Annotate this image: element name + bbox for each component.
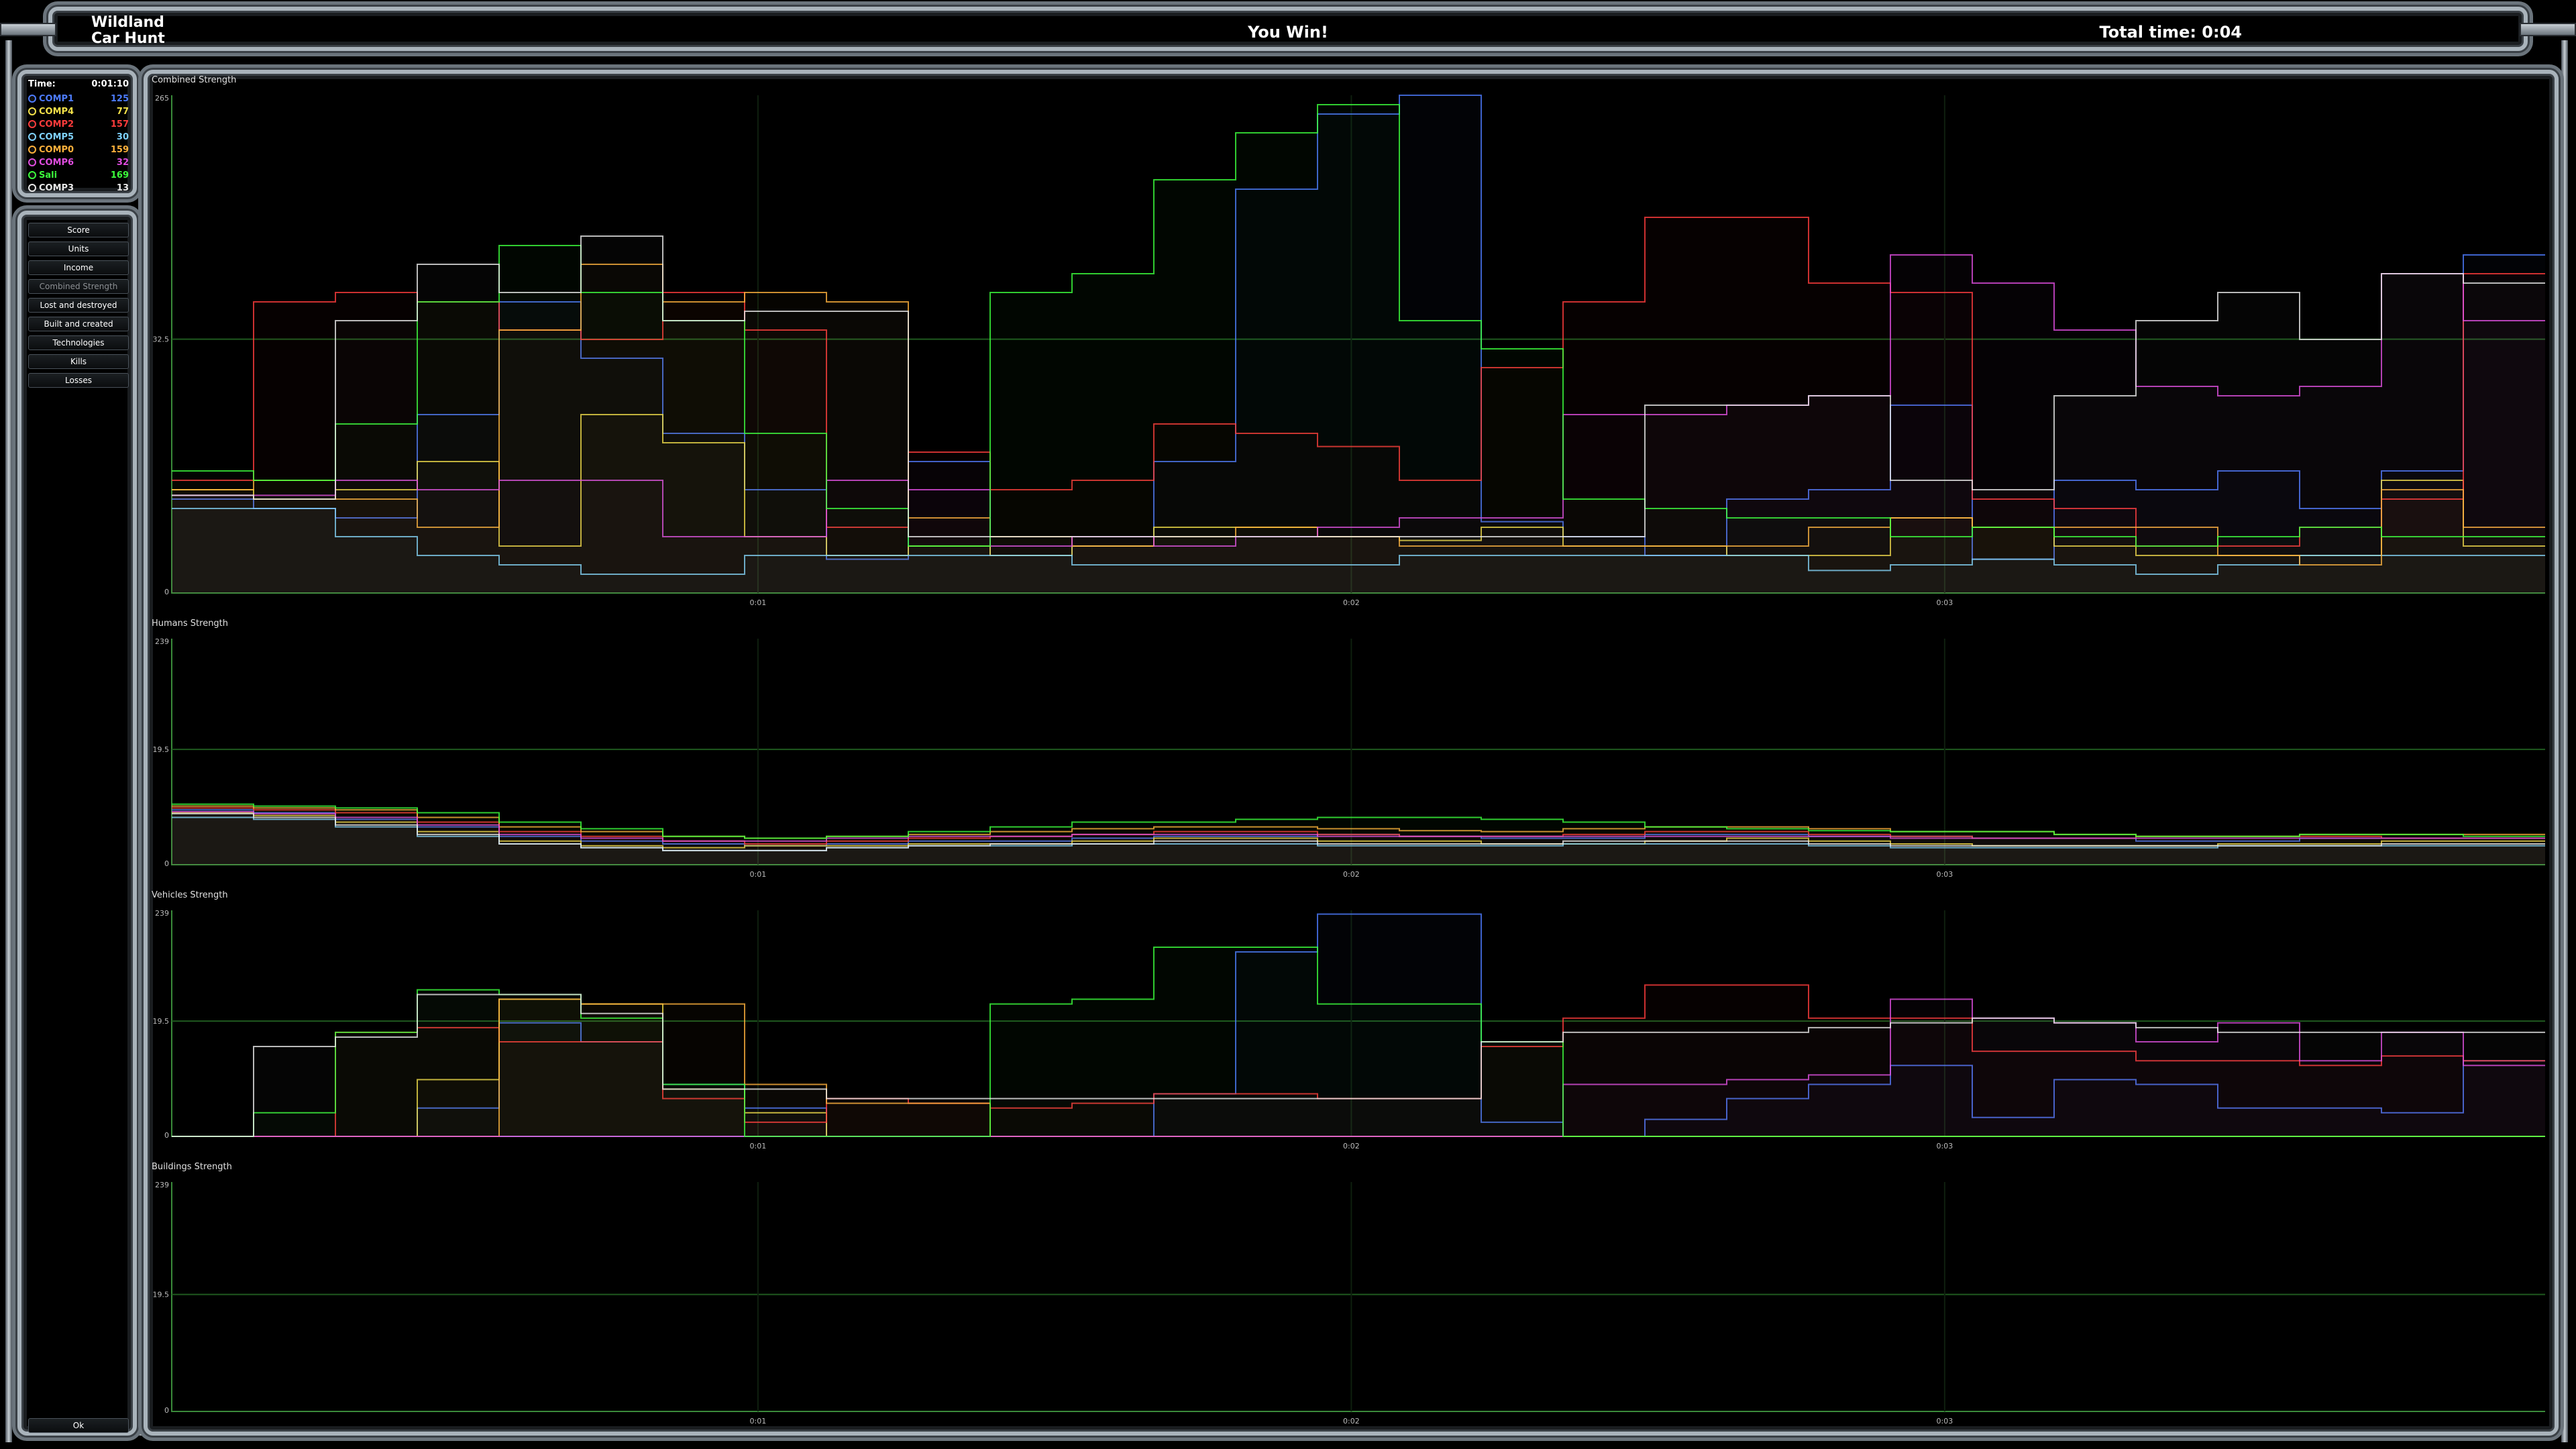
menu-item-score[interactable]: Score (28, 223, 129, 237)
x-tick-label: 0:03 (1937, 1417, 1953, 1426)
player-value: 157 (110, 119, 129, 129)
player-name: COMP1 (39, 93, 74, 104)
y-tick-label: 19.5 (153, 745, 170, 754)
chart-plot: 239 19.5 0 0:01 0:02 0:03 (153, 909, 2545, 1150)
player-value: 13 (116, 182, 129, 193)
players-panel: Time: 0:01:10 COMP1 125 COMP4 77 COMP2 157 COM… (17, 70, 137, 197)
menu-item-built-and-created[interactable]: Built and created (28, 317, 129, 331)
chart-title: Combined Strength (152, 75, 237, 85)
player-value: 30 (116, 131, 129, 142)
player-color-icon (28, 146, 36, 154)
player-color-icon (28, 184, 36, 192)
menu-item-losses[interactable]: Losses (28, 373, 129, 388)
y-tick-label: 32.5 (153, 335, 170, 344)
menu-item-lost-and-destroyed[interactable]: Lost and destroyed (28, 298, 129, 313)
y-tick-label: 239 (155, 637, 169, 646)
y-tick-label: 19.5 (153, 1291, 170, 1299)
x-tick-label: 0:02 (1343, 598, 1360, 607)
player-name: COMP2 (39, 119, 74, 129)
player-value: 32 (116, 157, 129, 168)
player-name: COMP0 (39, 144, 74, 155)
game-time-label: Time: (28, 79, 56, 89)
player-name: COMP5 (39, 131, 74, 142)
ok-button[interactable]: Ok (28, 1418, 129, 1433)
player-row[interactable]: COMP6 32 (28, 156, 129, 168)
player-value: 77 (116, 106, 129, 117)
player-name: Sali (39, 170, 58, 180)
stats-menu-panel: Score Units Income Combined Strength Lost an… (17, 211, 137, 1436)
player-row[interactable]: COMP0 159 (28, 144, 129, 156)
chart-axis (171, 1182, 2545, 1412)
y-tick-label: 265 (155, 94, 169, 103)
chart-plot: 239 19.5 0 0:01 0:02 0:03 (153, 637, 2545, 879)
y-tick-label: 19.5 (153, 1017, 170, 1026)
top-bar: Wildland Car Hunt You Win! Total time: 0… (48, 7, 2528, 51)
x-tick-label: 0:01 (750, 1417, 767, 1426)
chart-buildings-strength: Buildings Strength 239 19.5 0 0:01 0:02 0:03 (149, 1162, 2551, 1430)
menu-item-technologies[interactable]: Technologies (28, 335, 129, 350)
player-name: COMP4 (39, 106, 74, 117)
x-tick-label: 0:01 (750, 1142, 767, 1150)
chart-combined-strength: Combined Strength 265 32.5 0 0:01 0:02 0:03 (149, 75, 2551, 612)
x-tick-label: 0:02 (1343, 870, 1360, 879)
game-time-row: Time: 0:01:10 (28, 79, 129, 89)
y-tick-label: 239 (155, 1181, 169, 1189)
chart-title: Buildings Strength (152, 1162, 232, 1172)
chart-plot: 265 32.5 0 0:01 0:02 0:03 (153, 94, 2545, 607)
chart-humans-strength: Humans Strength 239 19.5 0 0:01 0:02 0:03 (149, 619, 2551, 883)
x-tick-label: 0:02 (1343, 1142, 1360, 1150)
total-time: Total time: 0:04 (2099, 23, 2242, 42)
player-row[interactable]: COMP2 157 (28, 118, 129, 130)
x-tick-label: 0:01 (750, 870, 767, 879)
chart-title: Vehicles Strength (152, 890, 228, 900)
menu-item-income[interactable]: Income (28, 260, 129, 275)
player-row[interactable]: Sali 169 (28, 169, 129, 181)
player-row[interactable]: COMP4 77 (28, 105, 129, 117)
player-value: 125 (110, 93, 129, 104)
player-name: COMP6 (39, 157, 74, 168)
player-color-icon (28, 95, 36, 103)
player-row[interactable]: COMP5 30 (28, 131, 129, 143)
y-tick-label: 0 (164, 1406, 169, 1415)
left-rail (5, 40, 12, 1442)
y-tick-label: 0 (164, 1131, 169, 1140)
player-color-icon (28, 171, 36, 179)
menu-item-units[interactable]: Units (28, 241, 129, 256)
menu-item-kills[interactable]: Kills (28, 354, 129, 369)
chart-plot: 239 19.5 0 0:01 0:02 0:03 (153, 1181, 2545, 1426)
y-tick-label: 239 (155, 909, 169, 918)
player-value: 159 (110, 144, 129, 155)
frame-tab-left (0, 23, 56, 36)
player-color-icon (28, 133, 36, 141)
player-value: 169 (110, 170, 129, 180)
right-rail (2561, 40, 2568, 1442)
x-tick-label: 0:03 (1937, 870, 1953, 879)
y-tick-label: 0 (164, 588, 169, 596)
y-tick-label: 0 (164, 859, 169, 868)
x-tick-label: 0:01 (750, 598, 767, 607)
frame-tab-right (2520, 23, 2576, 36)
player-color-icon (28, 120, 36, 128)
player-color-icon (28, 158, 36, 166)
menu-item-combined-strength[interactable]: Combined Strength (28, 279, 129, 294)
game-time-value: 0:01:10 (91, 79, 129, 89)
player-row[interactable]: COMP1 125 (28, 93, 129, 105)
x-tick-label: 0:03 (1937, 598, 1953, 607)
player-name: COMP3 (39, 182, 74, 193)
x-tick-label: 0:02 (1343, 1417, 1360, 1426)
chart-title: Humans Strength (152, 619, 229, 629)
player-row[interactable]: COMP3 13 (28, 182, 129, 194)
chart-vehicles-strength: Vehicles Strength 239 19.5 0 0:01 0:02 0:03 (149, 890, 2551, 1155)
player-color-icon (28, 107, 36, 115)
x-tick-label: 0:03 (1937, 1142, 1953, 1150)
